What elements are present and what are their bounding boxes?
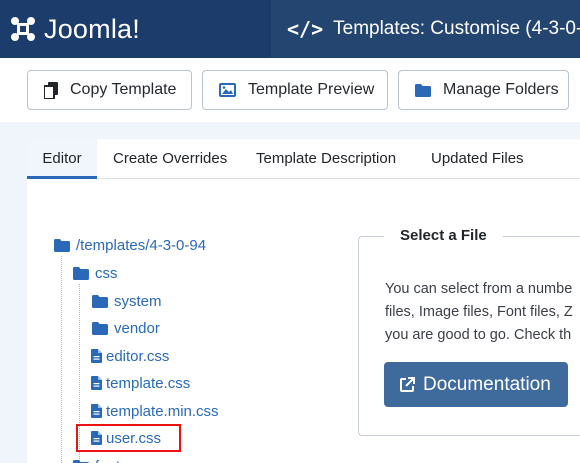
tree-folder-root[interactable]: /templates/4-3-0-94	[54, 234, 206, 256]
copy-template-button[interactable]: Copy Template	[27, 70, 192, 110]
folder-icon	[73, 459, 89, 463]
select-file-legend: Select a File	[384, 227, 503, 244]
tree-folder-css-label: css	[95, 264, 118, 282]
file-icon	[91, 404, 102, 418]
documentation-label: Documentation	[423, 373, 551, 395]
code-icon: </>	[287, 17, 324, 41]
tree-folder-fonts-label: fonts	[95, 458, 128, 463]
copy-template-label: Copy Template	[70, 81, 177, 98]
folder-icon	[92, 321, 108, 335]
folder-icon	[92, 294, 108, 308]
folder-icon	[54, 238, 70, 252]
tab-bar: Editor Create Overrides Template Descrip…	[27, 139, 580, 179]
description-line: you are good to go. Check th	[385, 327, 572, 343]
manage-folders-button[interactable]: Manage Folders	[398, 70, 569, 110]
description-line: files, Image files, Font files, Z	[385, 304, 573, 320]
page-title-area: </> Templates: Customise (4-3-0-94	[271, 0, 580, 58]
tree-guide-line	[61, 256, 62, 463]
tree-folder-root-label: /templates/4-3-0-94	[76, 236, 207, 254]
file-icon	[91, 349, 102, 363]
tree-file-template-css[interactable]: template.css	[91, 372, 190, 394]
template-preview-button[interactable]: Template Preview	[202, 70, 388, 110]
page-title: Templates: Customise (4-3-0-94	[333, 18, 580, 39]
tab-editor[interactable]: Editor	[27, 139, 97, 179]
tree-file-label: template.min.css	[106, 402, 219, 420]
tab-updated-files[interactable]: Updated Files	[431, 139, 524, 179]
toolbar: Copy Template Template Preview Manage Fo…	[0, 58, 580, 122]
tree-folder-vendor[interactable]: vendor	[92, 317, 160, 339]
tab-template-description[interactable]: Template Description	[256, 139, 396, 179]
documentation-button[interactable]: Documentation	[384, 362, 568, 407]
tree-file-template-min-css[interactable]: template.min.css	[91, 400, 219, 422]
tree-folder-vendor-label: vendor	[114, 319, 160, 337]
tree-folder-system[interactable]: system	[92, 290, 162, 312]
folder-icon	[415, 83, 431, 97]
tree-folder-css[interactable]: css	[73, 262, 118, 284]
tree-file-editor-css[interactable]: editor.css	[91, 345, 169, 367]
select-file-description: You can select from a numbe files, Image…	[385, 278, 580, 347]
logo-text: Joomla!	[44, 13, 140, 44]
tree-folder-fonts-partial[interactable]: fonts	[73, 455, 128, 463]
image-icon	[219, 83, 236, 97]
tree-file-label: template.css	[106, 374, 191, 392]
external-link-icon	[400, 377, 415, 392]
joomla-logo[interactable]: Joomla!	[0, 0, 271, 58]
header-bar: Joomla! </> Templates: Customise (4-3-0-…	[0, 0, 580, 58]
tree-file-label: editor.css	[106, 347, 170, 365]
tab-create-overrides[interactable]: Create Overrides	[113, 139, 227, 179]
highlight-box	[76, 424, 181, 452]
file-icon	[91, 376, 102, 390]
description-line: You can select from a numbe	[385, 281, 573, 297]
copy-icon	[44, 81, 58, 99]
template-preview-label: Template Preview	[248, 81, 375, 98]
tree-folder-system-label: system	[114, 292, 162, 310]
manage-folders-label: Manage Folders	[443, 81, 559, 98]
joomla-logo-icon	[11, 17, 35, 41]
folder-icon	[73, 266, 89, 280]
